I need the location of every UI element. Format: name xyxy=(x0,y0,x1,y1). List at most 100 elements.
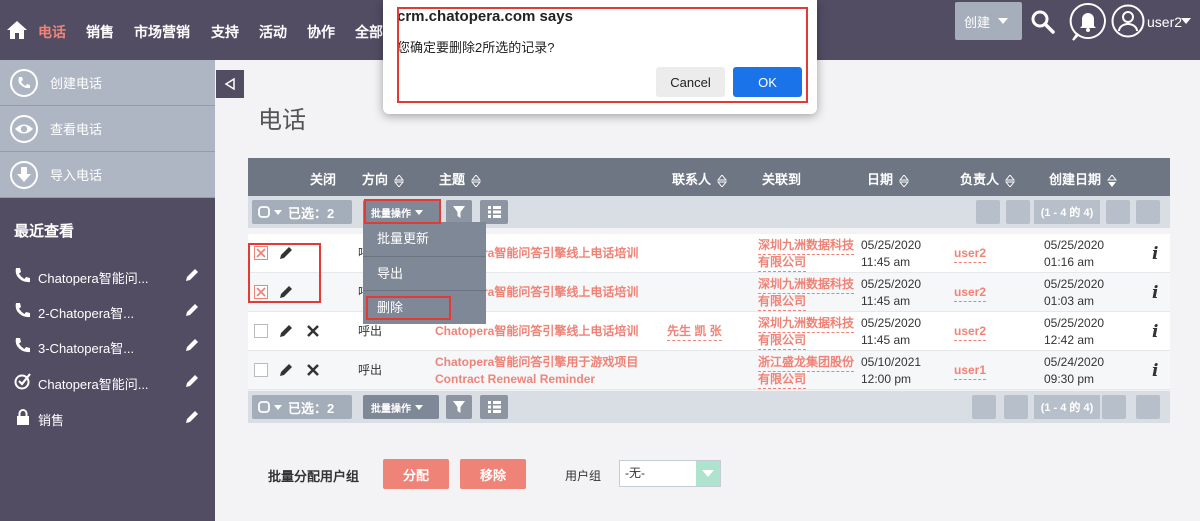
recent-item[interactable]: 3-Chatopera智... xyxy=(0,330,215,360)
row-owner-link[interactable]: user2 xyxy=(954,284,987,302)
sidebar-action-view-calls[interactable]: 查看电话 xyxy=(0,106,215,152)
username-label[interactable]: user2 xyxy=(1147,14,1182,30)
pencil-icon[interactable] xyxy=(184,337,200,353)
nav-item-collaboration[interactable]: 协作 xyxy=(307,22,335,42)
column-chooser-button[interactable] xyxy=(480,395,508,419)
pencil-icon[interactable] xyxy=(278,362,294,378)
row-related-link-line2[interactable]: 有限公司 xyxy=(758,254,807,272)
sidebar-action-label: 创建电话 xyxy=(50,76,103,91)
select-dropdown-button[interactable]: 已选：2 xyxy=(252,200,352,224)
bulk-action-button[interactable]: 批量操作 xyxy=(363,200,439,224)
cancel-button[interactable]: Cancel xyxy=(656,67,725,97)
sidebar-action-import-calls[interactable]: 导入电话 xyxy=(0,152,215,198)
nav-item-activities[interactable]: 活动 xyxy=(259,22,287,42)
first-page-button[interactable] xyxy=(976,200,1000,224)
first-page-button[interactable] xyxy=(972,395,996,419)
pencil-icon[interactable] xyxy=(184,302,200,318)
user-menu-chevron-icon[interactable] xyxy=(1181,18,1191,24)
pencil-icon[interactable] xyxy=(278,284,294,300)
eye-icon xyxy=(10,114,38,143)
row-checkbox[interactable] xyxy=(254,246,268,260)
pencil-icon[interactable] xyxy=(184,373,200,389)
row-related-link-line2[interactable]: 有限公司 xyxy=(758,332,807,350)
info-icon[interactable]: i xyxy=(1152,244,1158,264)
row-owner-link[interactable]: user1 xyxy=(954,362,987,380)
pencil-icon[interactable] xyxy=(278,323,294,339)
recent-item-label: 销售 xyxy=(38,413,65,428)
row-related-link-line2[interactable]: 有限公司 xyxy=(758,371,807,389)
last-page-button[interactable] xyxy=(1136,200,1160,224)
nav-item-marketing[interactable]: 市场营销 xyxy=(134,22,190,42)
close-icon[interactable] xyxy=(306,363,320,377)
info-icon[interactable]: i xyxy=(1152,283,1158,303)
row-subject-link[interactable]: Chatopera智能问答引擎用于游戏项目 xyxy=(435,354,638,371)
search-icon[interactable] xyxy=(1031,10,1055,34)
notification-bell-icon[interactable] xyxy=(1069,2,1107,42)
row-related-link[interactable]: 深圳九洲数据科技 xyxy=(758,315,855,333)
column-header-subject[interactable]: 主题 xyxy=(439,169,482,188)
column-header-date[interactable]: 日期 xyxy=(867,169,910,188)
info-icon[interactable]: i xyxy=(1152,361,1158,381)
menu-item-mass-update[interactable]: 批量更新 xyxy=(363,222,486,255)
row-checkbox[interactable] xyxy=(254,324,268,338)
nav-item-calls[interactable]: 电话 xyxy=(38,22,66,42)
row-subject-link[interactable]: Chatopera智能问答引擎线上电话培训 xyxy=(435,323,638,340)
close-icon[interactable] xyxy=(306,324,320,338)
row-owner-link[interactable]: user2 xyxy=(954,323,987,341)
prev-page-button[interactable] xyxy=(1004,395,1028,419)
prev-page-button[interactable] xyxy=(1006,200,1030,224)
bulk-action-menu: 批量更新 导出 删除 xyxy=(363,222,486,324)
assign-button[interactable]: 分配 xyxy=(383,459,449,489)
home-icon[interactable] xyxy=(6,20,28,40)
list-icon xyxy=(488,401,501,413)
user-avatar-icon[interactable] xyxy=(1111,4,1145,38)
phone-icon xyxy=(15,338,30,353)
nav-item-support[interactable]: 支持 xyxy=(211,22,239,42)
row-related-link[interactable]: 深圳九洲数据科技 xyxy=(758,237,855,255)
table-header: 关闭 方向 主题 联系人 关联到 日期 负责人 创建日期 xyxy=(248,158,1170,196)
next-page-button[interactable] xyxy=(1102,395,1126,419)
column-header-owner[interactable]: 负责人 xyxy=(960,169,1016,188)
filter-button[interactable] xyxy=(446,395,472,419)
row-checkbox[interactable] xyxy=(254,285,268,299)
column-header-direction[interactable]: 方向 xyxy=(362,169,405,188)
row-related-link[interactable]: 深圳九洲数据科技 xyxy=(758,276,855,294)
menu-item-export[interactable]: 导出 xyxy=(363,256,486,289)
sidebar-collapse-button[interactable] xyxy=(216,70,244,98)
create-button[interactable]: 创建 xyxy=(955,2,1022,40)
last-page-button[interactable] xyxy=(1136,395,1160,419)
select-dropdown-button[interactable]: 已选：2 xyxy=(252,395,352,419)
recent-item[interactable]: Chatopera智能问... xyxy=(0,260,215,290)
column-header-contact[interactable]: 联系人 xyxy=(672,169,728,188)
row-related-link-line2[interactable]: 有限公司 xyxy=(758,293,807,311)
row-contact-link[interactable]: 先生 凯 张 xyxy=(667,323,722,341)
info-icon[interactable]: i xyxy=(1152,322,1158,342)
nav-item-sales[interactable]: 销售 xyxy=(86,22,114,42)
row-time: 11:45 am xyxy=(861,255,911,269)
bulk-action-button[interactable]: 批量操作 xyxy=(363,395,439,419)
row-time: 12:00 pm xyxy=(861,372,912,386)
phone-icon xyxy=(15,268,30,283)
remove-button[interactable]: 移除 xyxy=(460,459,526,489)
recently-viewed-title: 最近查看 xyxy=(14,223,75,240)
menu-item-delete[interactable]: 删除 xyxy=(363,290,486,323)
pencil-icon[interactable] xyxy=(184,267,200,283)
user-group-select[interactable]: -无- xyxy=(619,460,721,487)
column-header-created-date[interactable]: 创建日期 xyxy=(1049,169,1118,188)
pencil-icon[interactable] xyxy=(278,245,294,261)
row-related-link[interactable]: 浙江盛龙集团股份 xyxy=(758,354,855,372)
next-page-button[interactable] xyxy=(1106,200,1130,224)
filter-button[interactable] xyxy=(446,200,472,224)
column-chooser-button[interactable] xyxy=(480,200,508,224)
chevron-down-icon xyxy=(415,209,423,215)
pencil-icon[interactable] xyxy=(184,409,200,425)
row-owner-link[interactable]: user2 xyxy=(954,245,987,263)
recent-item[interactable]: 2-Chatopera智... xyxy=(0,295,215,325)
ok-button[interactable]: OK xyxy=(733,67,802,97)
sidebar-action-create-call[interactable]: 创建电话 xyxy=(0,60,215,106)
recent-item[interactable]: Chatopera智能问... xyxy=(0,366,215,396)
row-subject-sub-link[interactable]: Contract Renewal Reminder xyxy=(435,371,595,388)
nav-item-all[interactable]: 全部 xyxy=(355,22,383,42)
row-checkbox[interactable] xyxy=(254,363,268,377)
recent-item[interactable]: 销售 xyxy=(0,402,215,432)
